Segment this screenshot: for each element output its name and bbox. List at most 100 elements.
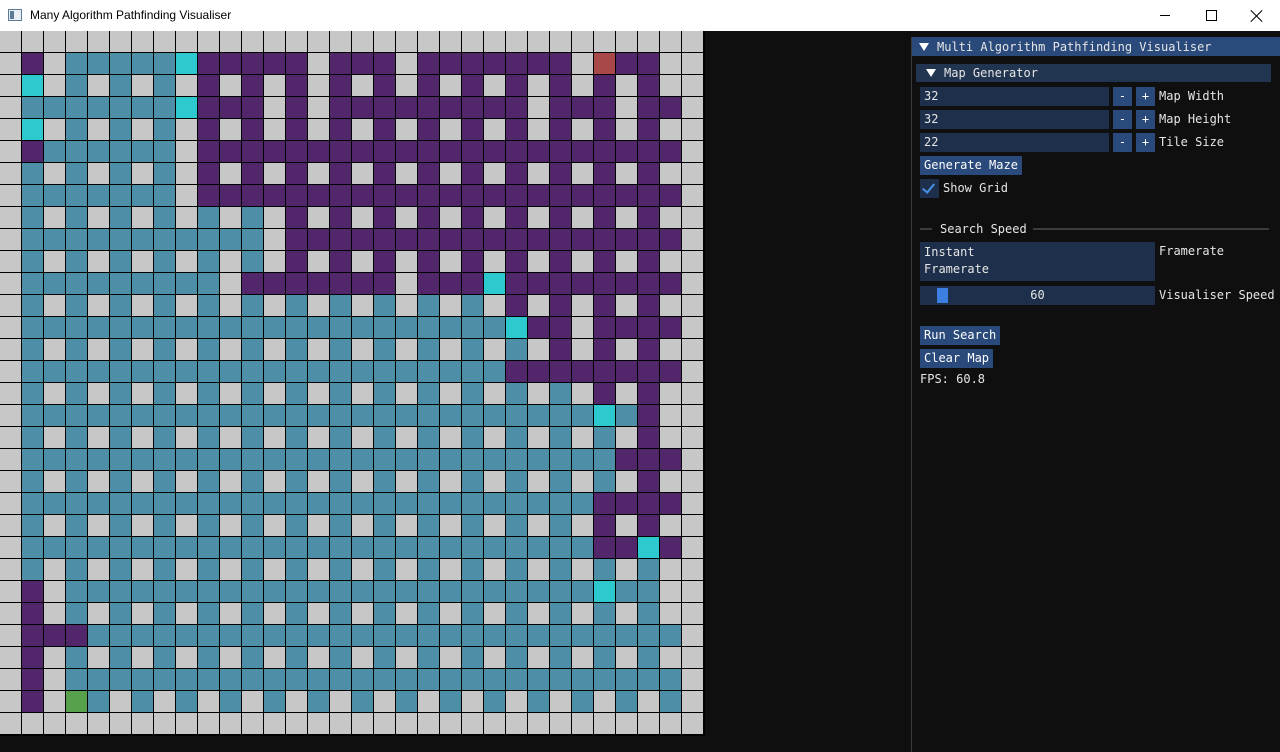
maze-cell-visited[interactable] [594, 97, 616, 119]
maze-cell-wall[interactable] [286, 691, 308, 713]
maze-cell-path[interactable] [462, 471, 484, 493]
maze-cell-wall[interactable] [352, 427, 374, 449]
maze-cell-visited[interactable] [638, 53, 660, 75]
maze-cell-wall[interactable] [528, 251, 550, 273]
maze-cell-wall[interactable] [682, 251, 704, 273]
maze-cell-path[interactable] [154, 383, 176, 405]
maze-cell-path[interactable] [440, 449, 462, 471]
maze-cell-path[interactable] [110, 625, 132, 647]
maze-cell-wall[interactable] [0, 273, 22, 295]
maze-cell-wall[interactable] [220, 713, 242, 735]
maze-cell-wall[interactable] [132, 603, 154, 625]
maze-cell-wall[interactable] [264, 427, 286, 449]
maze-cell-path[interactable] [462, 405, 484, 427]
maze-cell-visited[interactable] [594, 339, 616, 361]
maze-cell-wall[interactable] [308, 515, 330, 537]
maze-cell-wall[interactable] [220, 339, 242, 361]
maze-cell-path[interactable] [462, 559, 484, 581]
maze-cell-path[interactable] [132, 185, 154, 207]
maze-cell-wall[interactable] [528, 603, 550, 625]
maze-cell-visited[interactable] [286, 97, 308, 119]
maze-cell-path[interactable] [66, 251, 88, 273]
visualiser-speed-slider[interactable]: 60 [920, 286, 1155, 305]
maze-cell-wall[interactable] [88, 295, 110, 317]
maze-cell-path[interactable] [242, 669, 264, 691]
maze-cell-wall[interactable] [528, 427, 550, 449]
maze-cell-path[interactable] [154, 185, 176, 207]
maze-cell-path[interactable] [352, 625, 374, 647]
maze-cell-path[interactable] [88, 185, 110, 207]
maze-cell-path[interactable] [484, 581, 506, 603]
maze-cell-path[interactable] [572, 449, 594, 471]
maze-cell-path[interactable] [330, 603, 352, 625]
maze-cell-visited[interactable] [594, 75, 616, 97]
maze-cell-path[interactable] [462, 317, 484, 339]
maze-cell-wall[interactable] [660, 207, 682, 229]
maze-cell-path[interactable] [154, 493, 176, 515]
maze-cell-path[interactable] [198, 405, 220, 427]
maze-cell-wall[interactable] [506, 713, 528, 735]
maze-cell-visited[interactable] [550, 163, 572, 185]
maze-cell-path[interactable] [110, 449, 132, 471]
maze-cell-wall[interactable] [44, 603, 66, 625]
maze-cell-path[interactable] [176, 669, 198, 691]
maze-cell-path[interactable] [374, 559, 396, 581]
maze-cell-visited[interactable] [506, 119, 528, 141]
maze-cell-wall[interactable] [176, 647, 198, 669]
maze-cell-visited[interactable] [550, 119, 572, 141]
maze-cell-path[interactable] [242, 493, 264, 515]
maze-cell-wall[interactable] [418, 691, 440, 713]
maze-cell-visited[interactable] [506, 229, 528, 251]
maze-cell-end[interactable] [594, 53, 616, 75]
maze-cell-path[interactable] [66, 383, 88, 405]
maze-cell-path[interactable] [242, 647, 264, 669]
maze-cell-path[interactable] [594, 471, 616, 493]
maze-cell-wall[interactable] [396, 207, 418, 229]
maze-cell-path[interactable] [110, 229, 132, 251]
maze-cell-wall[interactable] [506, 31, 528, 53]
maze-cell-visited[interactable] [660, 361, 682, 383]
maze-cell-wall[interactable] [440, 119, 462, 141]
maze-cell-path[interactable] [220, 581, 242, 603]
maze-cell-wall[interactable] [440, 339, 462, 361]
maze-cell-visited[interactable] [506, 53, 528, 75]
maze-cell-path[interactable] [154, 295, 176, 317]
maze-cell-wall[interactable] [396, 295, 418, 317]
maze-cell-path[interactable] [132, 53, 154, 75]
maze-cell-path[interactable] [374, 383, 396, 405]
maze-cell-wall[interactable] [44, 515, 66, 537]
maze-cell-wall[interactable] [264, 647, 286, 669]
maze-cell-wall[interactable] [132, 471, 154, 493]
maze-cell-wall[interactable] [418, 31, 440, 53]
maze-cell-path[interactable] [440, 537, 462, 559]
maze-cell-wall[interactable] [396, 339, 418, 361]
maze-cell-wall[interactable] [308, 31, 330, 53]
maze-cell-wall[interactable] [132, 515, 154, 537]
maze-cell-wall[interactable] [220, 119, 242, 141]
maze-cell-visited[interactable] [396, 141, 418, 163]
maze-cell-path[interactable] [198, 317, 220, 339]
maze-cell-path[interactable] [528, 581, 550, 603]
maze-cell-path[interactable] [374, 361, 396, 383]
maze-cell-wall[interactable] [44, 581, 66, 603]
maze-cell-wall[interactable] [88, 75, 110, 97]
maze-cell-path[interactable] [528, 537, 550, 559]
maze-cell-visited[interactable] [286, 141, 308, 163]
maze-cell-frontier[interactable] [638, 537, 660, 559]
maze-cell-visited[interactable] [616, 141, 638, 163]
maze-cell-path[interactable] [638, 603, 660, 625]
maze-cell-path[interactable] [286, 405, 308, 427]
maze-cell-path[interactable] [44, 185, 66, 207]
maze-cell-path[interactable] [418, 405, 440, 427]
maze-cell-path[interactable] [44, 229, 66, 251]
maze-cell-path[interactable] [528, 669, 550, 691]
maze-cell-wall[interactable] [616, 339, 638, 361]
maze-cell-wall[interactable] [528, 207, 550, 229]
tile-size-decrement-button[interactable]: - [1113, 133, 1132, 152]
maze-cell-visited[interactable] [484, 141, 506, 163]
maze-cell-visited[interactable] [528, 317, 550, 339]
maze-cell-wall[interactable] [330, 691, 352, 713]
maze-cell-path[interactable] [242, 361, 264, 383]
maze-cell-visited[interactable] [572, 97, 594, 119]
maze-cell-wall[interactable] [132, 31, 154, 53]
